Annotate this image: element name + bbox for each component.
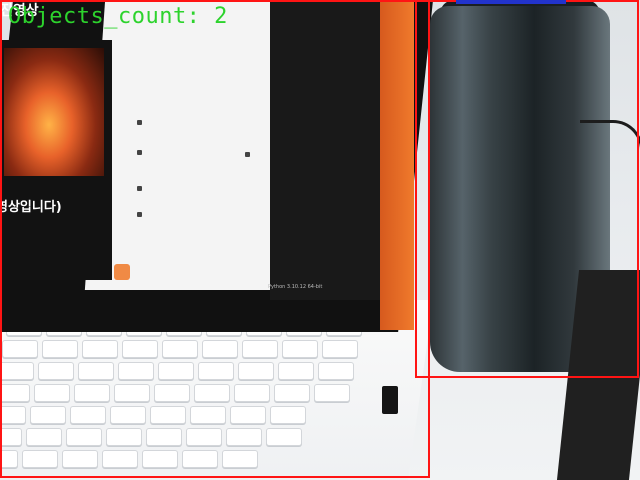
cup-bounding-box: [415, 0, 639, 378]
screen-icon: [245, 152, 250, 157]
screen-icon: [137, 120, 142, 125]
screen-icon: [137, 212, 142, 217]
screen-icon: [137, 150, 142, 155]
objects-count-label: Objects_count: 2: [8, 4, 228, 29]
laptop-bounding-box: [0, 0, 430, 478]
screen-icon: [137, 186, 142, 191]
camera-frame: 진영상 영상입니다) Python 3.10.12 64-bit Objects…: [0, 0, 640, 480]
blue-marker: [456, 0, 566, 4]
